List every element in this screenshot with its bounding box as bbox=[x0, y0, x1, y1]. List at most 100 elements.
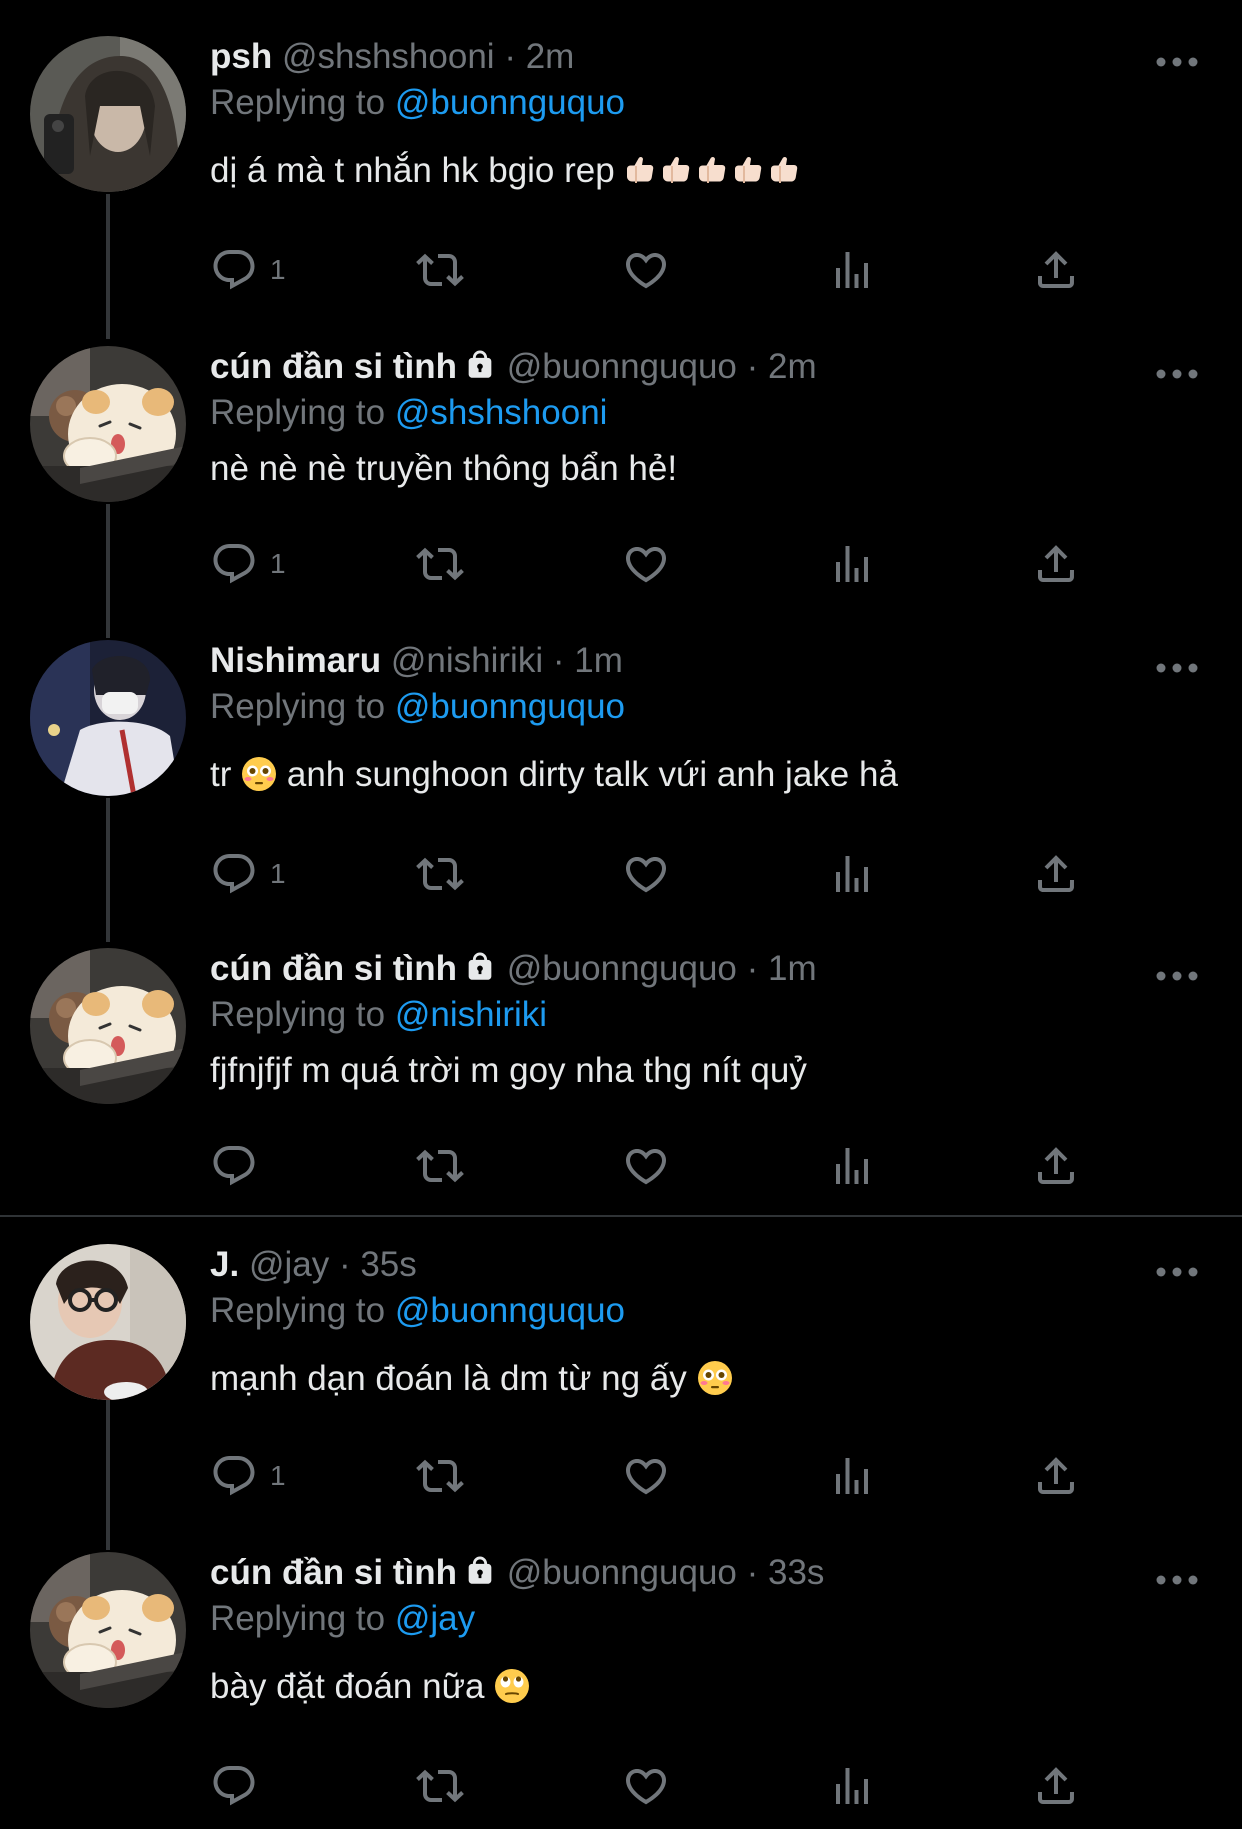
timestamp[interactable]: 33s bbox=[768, 1553, 824, 1592]
timestamp[interactable]: 35s bbox=[360, 1245, 416, 1284]
views-button[interactable] bbox=[828, 536, 876, 592]
timestamp[interactable]: 1m bbox=[574, 641, 623, 680]
reply-icon bbox=[210, 1452, 258, 1500]
tweet-actions bbox=[210, 1758, 1110, 1814]
eye-roll-face-icon bbox=[494, 1668, 530, 1704]
display-name[interactable]: Nishimaru bbox=[210, 641, 381, 680]
user-handle[interactable]: @shshshooni bbox=[282, 37, 495, 76]
retweet-button[interactable] bbox=[416, 1138, 464, 1194]
mention-link[interactable]: @buonnguquo bbox=[395, 687, 625, 726]
tweet-text: bày đặt đoán nữa bbox=[210, 1666, 1162, 1708]
display-name[interactable]: cún đần si tình bbox=[210, 347, 457, 386]
views-button[interactable] bbox=[828, 1758, 876, 1814]
more-options-icon[interactable] bbox=[1154, 52, 1200, 72]
views-button[interactable] bbox=[828, 846, 876, 902]
retweet-button[interactable] bbox=[416, 1758, 464, 1814]
more-options-icon[interactable] bbox=[1154, 966, 1200, 986]
avatar[interactable] bbox=[30, 36, 186, 192]
more-options-icon[interactable] bbox=[1154, 1262, 1200, 1282]
replying-to: Replying to @buonnguquo bbox=[210, 82, 1162, 124]
tweet-actions: 1 bbox=[210, 536, 1110, 592]
retweet-button[interactable] bbox=[416, 846, 464, 902]
like-button[interactable] bbox=[622, 1138, 670, 1194]
avatar[interactable] bbox=[30, 640, 186, 796]
share-button[interactable] bbox=[1032, 1448, 1080, 1504]
tweet-body: fjfnjfjf m quá trời m goy nha thg nít qu… bbox=[210, 1051, 807, 1090]
more-options-icon[interactable] bbox=[1154, 364, 1200, 384]
replying-to-label: Replying to bbox=[210, 393, 386, 432]
like-button[interactable] bbox=[622, 1448, 670, 1504]
retweet-button[interactable] bbox=[416, 536, 464, 592]
reply-button[interactable]: 1 bbox=[210, 846, 286, 902]
retweet-icon bbox=[416, 1142, 464, 1190]
mention-link[interactable]: @jay bbox=[395, 1599, 475, 1638]
reply-icon bbox=[210, 1762, 258, 1810]
mention-link[interactable]: @buonnguquo bbox=[395, 83, 625, 122]
retweet-icon bbox=[416, 1762, 464, 1810]
share-button[interactable] bbox=[1032, 1758, 1080, 1814]
like-button[interactable] bbox=[622, 1758, 670, 1814]
tweet-body-prefix: tr bbox=[210, 755, 232, 794]
timestamp[interactable]: 2m bbox=[768, 347, 817, 386]
retweet-icon bbox=[416, 246, 464, 294]
tweet-text: nè nè nè truyền thông bẩn hẻ! bbox=[210, 448, 1162, 490]
tweet-header: psh @shshshooni · 2m bbox=[210, 36, 1162, 78]
replying-to: Replying to @shshshooni bbox=[210, 392, 1162, 434]
avatar[interactable] bbox=[30, 1552, 186, 1708]
views-button[interactable] bbox=[828, 1138, 876, 1194]
tweet-actions: 1 bbox=[210, 242, 1110, 298]
replying-to-label: Replying to bbox=[210, 1599, 386, 1638]
tweet-header: cún đần si tình @buonnguquo · 1m bbox=[210, 948, 1162, 990]
replying-to-label: Replying to bbox=[210, 687, 386, 726]
replying-to-label: Replying to bbox=[210, 995, 386, 1034]
mention-link[interactable]: @shshshooni bbox=[395, 393, 608, 432]
like-button[interactable] bbox=[622, 242, 670, 298]
separator: · bbox=[746, 1553, 759, 1592]
heart-icon bbox=[622, 540, 670, 588]
more-options-icon[interactable] bbox=[1154, 1570, 1200, 1590]
retweet-button[interactable] bbox=[416, 242, 464, 298]
thread-connector bbox=[106, 1400, 110, 1550]
user-handle[interactable]: @nishiriki bbox=[391, 641, 543, 680]
user-handle[interactable]: @buonnguquo bbox=[507, 949, 737, 988]
share-button[interactable] bbox=[1032, 846, 1080, 902]
replying-to-label: Replying to bbox=[210, 1291, 386, 1330]
timestamp[interactable]: 2m bbox=[526, 37, 575, 76]
avatar[interactable] bbox=[30, 346, 186, 502]
like-button[interactable] bbox=[622, 536, 670, 592]
tweet-header: cún đần si tình @buonnguquo · 33s bbox=[210, 1552, 1162, 1594]
reply-button[interactable] bbox=[210, 1138, 270, 1194]
reply-count: 1 bbox=[270, 1460, 286, 1491]
user-handle[interactable]: @buonnguquo bbox=[507, 1553, 737, 1592]
views-button[interactable] bbox=[828, 242, 876, 298]
replying-to: Replying to @buonnguquo bbox=[210, 1290, 1162, 1332]
timestamp[interactable]: 1m bbox=[768, 949, 817, 988]
reply-button[interactable]: 1 bbox=[210, 242, 286, 298]
user-handle[interactable]: @buonnguquo bbox=[507, 347, 737, 386]
like-button[interactable] bbox=[622, 846, 670, 902]
heart-icon bbox=[622, 1142, 670, 1190]
tweet-body: nè nè nè truyền thông bẩn hẻ! bbox=[210, 449, 678, 488]
reply-button[interactable]: 1 bbox=[210, 1448, 286, 1504]
heart-icon bbox=[622, 1762, 670, 1810]
retweet-button[interactable] bbox=[416, 1448, 464, 1504]
share-button[interactable] bbox=[1032, 536, 1080, 592]
avatar[interactable] bbox=[30, 1244, 186, 1400]
display-name[interactable]: cún đần si tình bbox=[210, 1553, 457, 1592]
mention-link[interactable]: @buonnguquo bbox=[395, 1291, 625, 1330]
views-button[interactable] bbox=[828, 1448, 876, 1504]
display-name[interactable]: J. bbox=[210, 1245, 239, 1284]
avatar[interactable] bbox=[30, 948, 186, 1104]
reply-icon bbox=[210, 540, 258, 588]
reply-button[interactable]: 1 bbox=[210, 536, 286, 592]
user-handle[interactable]: @jay bbox=[249, 1245, 329, 1284]
more-options-icon[interactable] bbox=[1154, 658, 1200, 678]
share-button[interactable] bbox=[1032, 1138, 1080, 1194]
reply-button[interactable] bbox=[210, 1758, 270, 1814]
display-name[interactable]: psh bbox=[210, 37, 272, 76]
share-button[interactable] bbox=[1032, 242, 1080, 298]
share-icon bbox=[1032, 1762, 1080, 1810]
display-name[interactable]: cún đần si tình bbox=[210, 949, 457, 988]
mention-link[interactable]: @nishiriki bbox=[395, 995, 547, 1034]
replying-to: Replying to @jay bbox=[210, 1598, 1162, 1640]
